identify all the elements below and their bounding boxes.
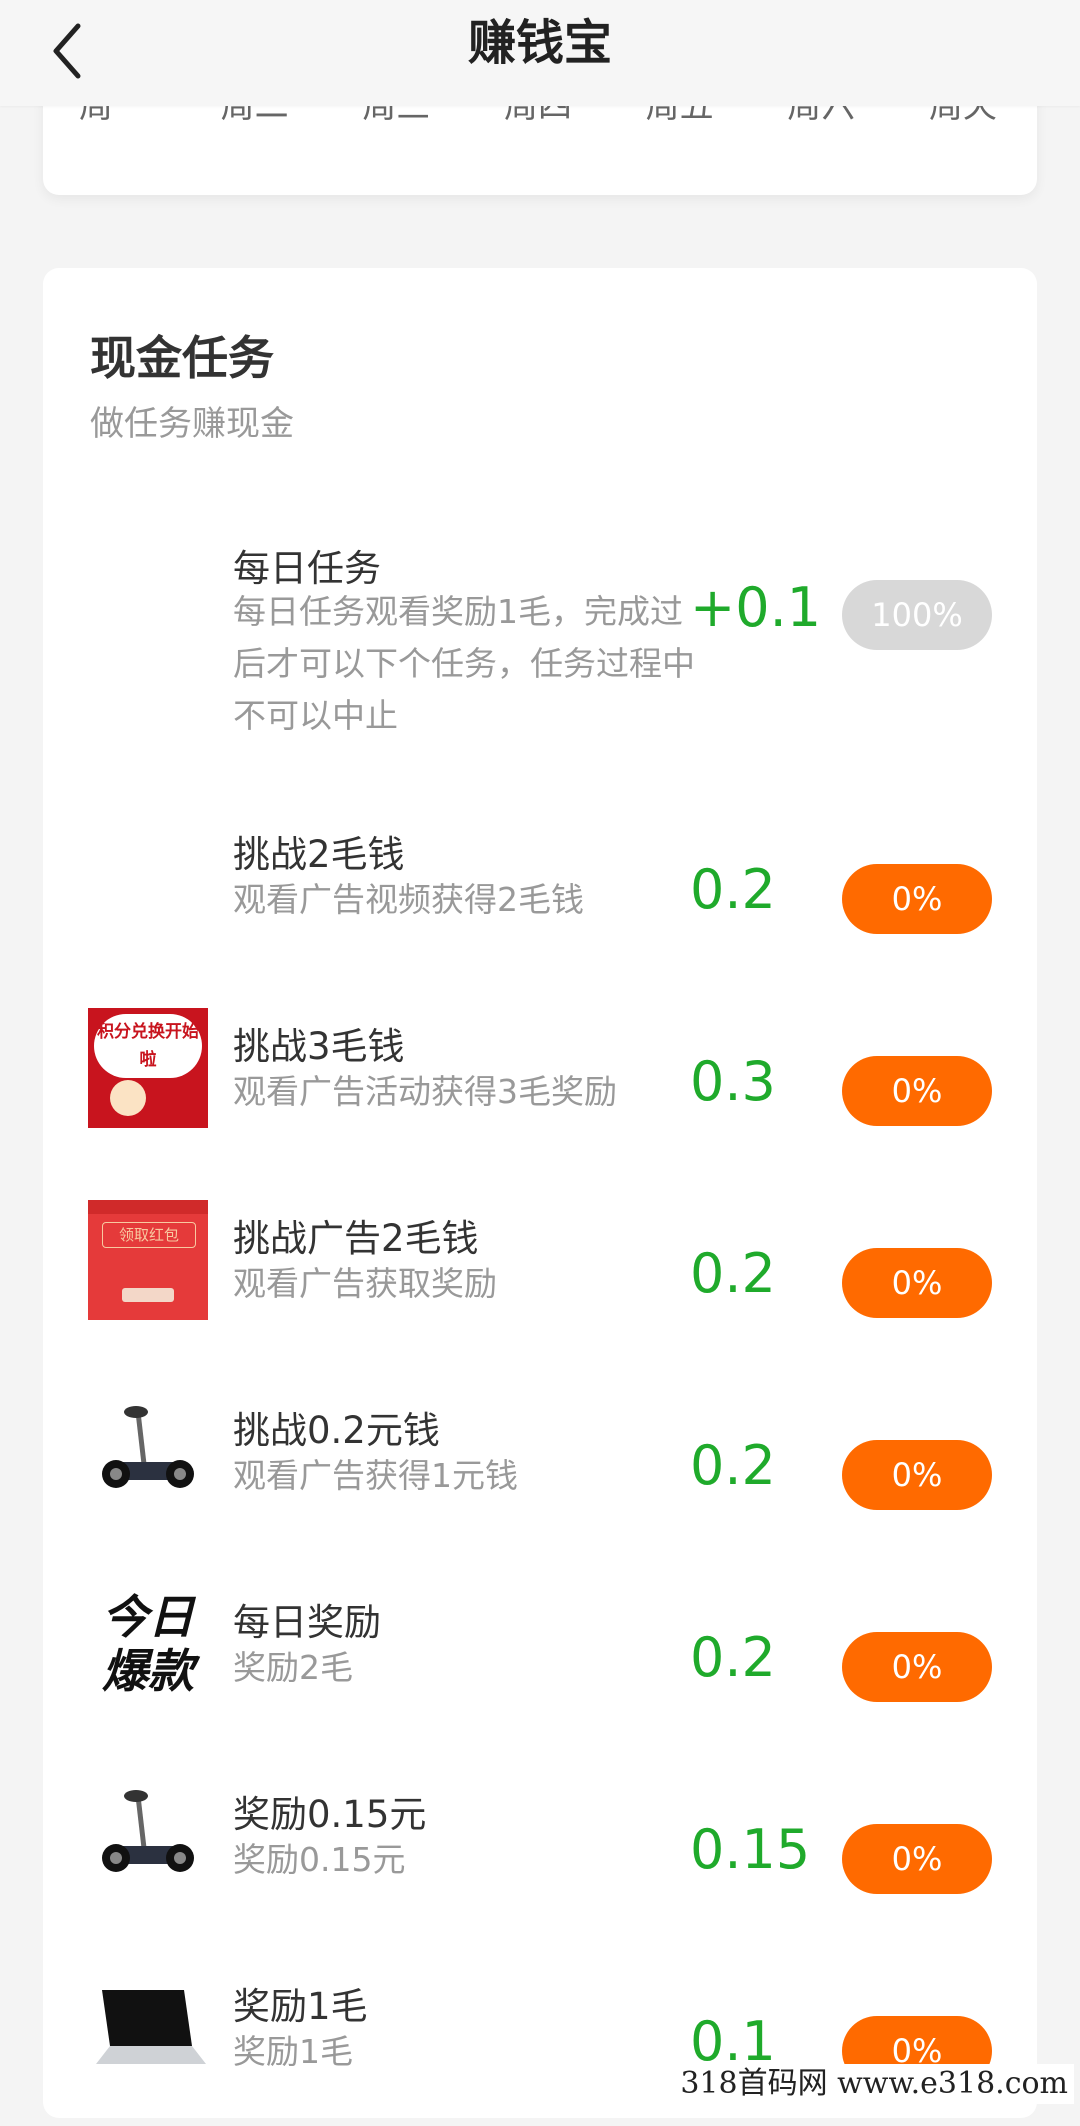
laptop-image — [88, 1968, 208, 2088]
task-row-reward-0-15[interactable]: 奖励0.15元 奖励0.15元 0.15 0% — [43, 1784, 1037, 1934]
poster-text: 积分兑换开始啦 — [94, 1014, 202, 1078]
task-progress-button[interactable]: 0% — [842, 1824, 992, 1894]
task-title: 奖励1毛 — [233, 1985, 368, 2028]
task-title: 挑战广告2毛钱 — [233, 1217, 479, 1260]
task-title: 奖励0.15元 — [233, 1793, 427, 1836]
task-description: 奖励0.15元 — [233, 1840, 406, 1879]
laptop-icon — [96, 1990, 206, 2064]
task-reward-amount: 0.2 — [690, 858, 776, 921]
envelope-button-shape — [122, 1288, 174, 1302]
task-title: 挑战2毛钱 — [233, 833, 405, 876]
site-watermark: 318首码网 www.e318.com — [674, 2064, 1074, 2104]
red-envelope-text: 领取红包 — [102, 1222, 196, 1248]
cartoon-figure-icon — [110, 1080, 146, 1116]
balance-scooter-image — [88, 1392, 208, 1512]
task-row-challenge-3[interactable]: 积分兑换开始啦 挑战3毛钱 观看广告活动获得3毛奖励 0.3 0% — [43, 1008, 1037, 1166]
top-bar: 赚钱宝 — [0, 0, 1080, 106]
task-row-daily[interactable]: 每日任务 每日任务观看奖励1毛，完成过后才可以下个任务，任务过程中不可以中止 +… — [43, 538, 1037, 828]
task-progress-button[interactable]: 0% — [842, 1056, 992, 1126]
task-title: 挑战3毛钱 — [233, 1025, 405, 1068]
task-title: 每日奖励 — [233, 1601, 381, 1644]
task-description: 奖励1毛 — [233, 2032, 353, 2071]
task-reward-amount: 0.15 — [690, 1818, 811, 1881]
task-progress-button[interactable]: 0% — [842, 1248, 992, 1318]
section-title: 现金任务 — [90, 331, 274, 385]
task-progress-button[interactable]: 0% — [842, 864, 992, 934]
task-description: 观看广告视频获得2毛钱 — [233, 880, 584, 919]
red-envelope-image: 领取红包 — [88, 1200, 208, 1320]
task-reward-amount: +0.1 — [690, 576, 822, 639]
task-progress-button[interactable]: 0% — [842, 1632, 992, 1702]
today-hot-logo-text: 今日爆款 — [102, 1590, 194, 1698]
section-subtitle: 做任务赚现金 — [90, 404, 294, 444]
balance-scooter-image — [88, 1776, 208, 1896]
task-row-ad-2[interactable]: 领取红包 挑战广告2毛钱 观看广告获取奖励 0.2 0% — [43, 1200, 1037, 1358]
envelope-flap — [88, 1200, 208, 1214]
task-title: 每日任务 — [233, 547, 381, 590]
task-description: 观看广告获取奖励 — [233, 1264, 497, 1303]
scooter-icon — [102, 1790, 194, 1872]
task-row-challenge-0-2[interactable]: 挑战0.2元钱 观看广告获得1元钱 0.2 0% — [43, 1400, 1037, 1550]
task-reward-amount: 0.2 — [690, 1434, 776, 1497]
task-progress-button[interactable]: 100% — [842, 580, 992, 650]
task-description: 观看广告获得1元钱 — [233, 1456, 518, 1495]
task-description: 每日任务观看奖励1毛，完成过后才可以下个任务，任务过程中不可以中止 — [233, 592, 695, 735]
today-hot-logo-image: 今日爆款 — [88, 1584, 208, 1704]
points-exchange-poster-image: 积分兑换开始啦 — [88, 1008, 208, 1128]
page-title: 赚钱宝 — [467, 15, 612, 71]
task-reward-amount: 0.2 — [690, 1626, 776, 1689]
task-description: 观看广告活动获得3毛奖励 — [233, 1072, 617, 1111]
task-reward-amount: 0.2 — [690, 1242, 776, 1305]
task-reward-amount: 0.3 — [690, 1050, 776, 1113]
task-row-daily-reward[interactable]: 今日爆款 每日奖励 奖励2毛 0.2 0% — [43, 1590, 1037, 1742]
task-progress-button[interactable]: 0% — [842, 1440, 992, 1510]
task-row-challenge-2[interactable]: 挑战2毛钱 观看广告视频获得2毛钱 0.2 0% — [43, 824, 1037, 974]
task-description: 奖励2毛 — [233, 1648, 353, 1687]
task-title: 挑战0.2元钱 — [233, 1409, 440, 1452]
scooter-icon — [102, 1406, 194, 1488]
cash-task-card: 现金任务 做任务赚现金 每日任务 每日任务观看奖励1毛，完成过后才可以下个任务，… — [43, 268, 1037, 2118]
